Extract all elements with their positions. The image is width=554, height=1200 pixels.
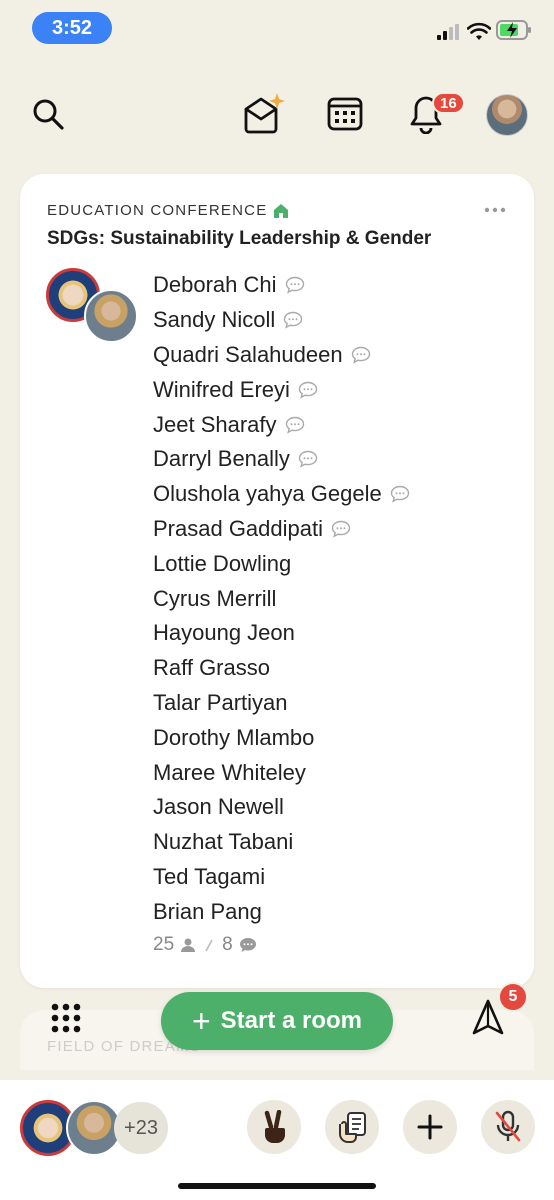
speaker-row[interactable]: Sandy Nicoll (153, 303, 410, 338)
slash-divider-icon (205, 939, 213, 952)
speaker-name: Nuzhat Tabani (153, 829, 294, 855)
speaker-row[interactable]: Quadri Salahudeen (153, 338, 410, 373)
speaker-count: 8 (222, 934, 233, 955)
speaker-name: Talar Partiyan (153, 689, 288, 715)
speaker-avatar[interactable] (84, 289, 138, 343)
speaker-row[interactable]: Dorothy Mlambo (153, 720, 410, 755)
speaker-name: Deborah Chi (153, 272, 277, 298)
status-time: 3:52 (32, 12, 112, 44)
speaker-row[interactable]: Winifred Ereyi (153, 372, 410, 407)
search-button[interactable] (20, 86, 76, 142)
club-name: EDUCATION CONFERENCE (47, 202, 268, 219)
speaker-row[interactable]: Olushola yahya Gegele (153, 477, 410, 512)
room-stats: 25 8 (153, 934, 257, 956)
speaker-row[interactable]: Brian Pang (153, 894, 410, 929)
calendar-icon (327, 97, 363, 131)
chat-bubble-icon (285, 416, 305, 434)
speaker-row[interactable]: Maree Whiteley (153, 755, 410, 790)
speaker-name: Lottie Dowling (153, 550, 292, 576)
speaker-row[interactable]: Talar Partiyan (153, 686, 410, 721)
mute-microphone-button[interactable] (481, 1100, 535, 1154)
peace-hand-button[interactable] (247, 1100, 301, 1154)
microphone-muted-icon (495, 1110, 521, 1142)
speaker-name: Winifred Ereyi (153, 376, 290, 402)
speaker-list: Deborah Chi Sandy Nicoll Quadri Salahudeen… (153, 268, 410, 929)
home-indicator (178, 1183, 376, 1189)
speaker-name: Prasad Gaddipati (153, 515, 323, 541)
speaker-name: Jeet Sharafy (153, 411, 277, 437)
speaker-name: Jason Newell (153, 794, 284, 820)
house-icon (274, 203, 289, 218)
speaker-name: Quadri Salahudeen (153, 341, 343, 367)
messages-count-badge: 5 (498, 982, 528, 1012)
peace-hand-icon (264, 1110, 285, 1143)
plus-icon (417, 1114, 443, 1140)
top-nav (0, 86, 554, 146)
start-room-button[interactable]: + Start a room (161, 992, 393, 1050)
speaker-row[interactable]: Jeet Sharafy (153, 407, 410, 442)
chat-bubble-icon (351, 346, 371, 364)
search-icon (33, 99, 64, 130)
speaker-name: Sandy Nicoll (153, 307, 276, 333)
speaker-row[interactable]: Prasad Gaddipati (153, 512, 410, 547)
speaker-row[interactable]: Deborah Chi (153, 268, 410, 303)
add-button[interactable] (403, 1100, 457, 1154)
speaker-name: Olushola yahya Gegele (153, 481, 382, 507)
speaker-name: Raff Grasso (153, 655, 270, 681)
chat-bubble-icon (331, 520, 351, 538)
status-bar: 3:52 (0, 0, 554, 56)
speaker-name: Ted Tagami (153, 863, 266, 889)
explore-grid-button[interactable] (44, 996, 88, 1040)
listener-count: 25 (153, 934, 175, 955)
plus-icon: + (191, 1003, 211, 1039)
profile-avatar[interactable] (486, 94, 528, 136)
speaker-name: Maree Whiteley (153, 759, 306, 785)
club-header: EDUCATION CONFERENCE (47, 202, 289, 219)
chat-bubble-icon (390, 485, 410, 503)
chat-bubble-icon (239, 938, 256, 952)
raise-hand-icon (339, 1112, 366, 1143)
speaker-row[interactable]: Hayoung Jeon (153, 616, 410, 651)
speaker-name: Cyrus Merrill (153, 585, 277, 611)
speaker-row[interactable]: Cyrus Merrill (153, 581, 410, 616)
start-room-label: Start a room (220, 1007, 363, 1034)
speaker-row[interactable]: Ted Tagami (153, 860, 410, 895)
speaker-row[interactable]: Darryl Benally (153, 442, 410, 477)
chat-bubble-icon (298, 450, 318, 468)
grid-dots-icon (51, 1003, 81, 1033)
calendar-button[interactable] (317, 86, 373, 142)
speaker-name: Brian Pang (153, 898, 262, 924)
speaker-name: Hayoung Jeon (153, 620, 295, 646)
person-icon (181, 938, 196, 952)
chat-bubble-icon (298, 381, 318, 399)
room-title: SDGs: Sustainability Leadership & Gender (47, 228, 432, 249)
speaker-row[interactable]: Jason Newell (153, 790, 410, 825)
room-card[interactable]: EDUCATION CONFERENCE SDGs: Sustainabilit… (20, 174, 534, 988)
speaker-row[interactable]: Nuzhat Tabani (153, 825, 410, 860)
wifi-icon (467, 22, 491, 40)
envelope-sparkle-icon (244, 93, 285, 134)
speaker-name: Darryl Benally (153, 446, 290, 472)
battery-charging-icon (496, 20, 531, 40)
speaker-row[interactable]: Raff Grasso (153, 651, 410, 686)
chat-bubble-icon (283, 311, 303, 329)
cellular-signal-icon (437, 24, 459, 40)
bottom-bar: +23 (0, 1080, 554, 1200)
speaker-row[interactable]: Lottie Dowling (153, 546, 410, 581)
invite-button[interactable] (234, 86, 290, 142)
more-participants-count[interactable]: +23 (114, 1102, 168, 1154)
chat-bubble-icon (285, 276, 305, 294)
speaker-name: Dorothy Mlambo (153, 724, 315, 750)
more-options-icon[interactable] (484, 206, 506, 214)
raise-hand-button[interactable] (325, 1100, 379, 1154)
notification-count-badge: 16 (432, 92, 465, 114)
